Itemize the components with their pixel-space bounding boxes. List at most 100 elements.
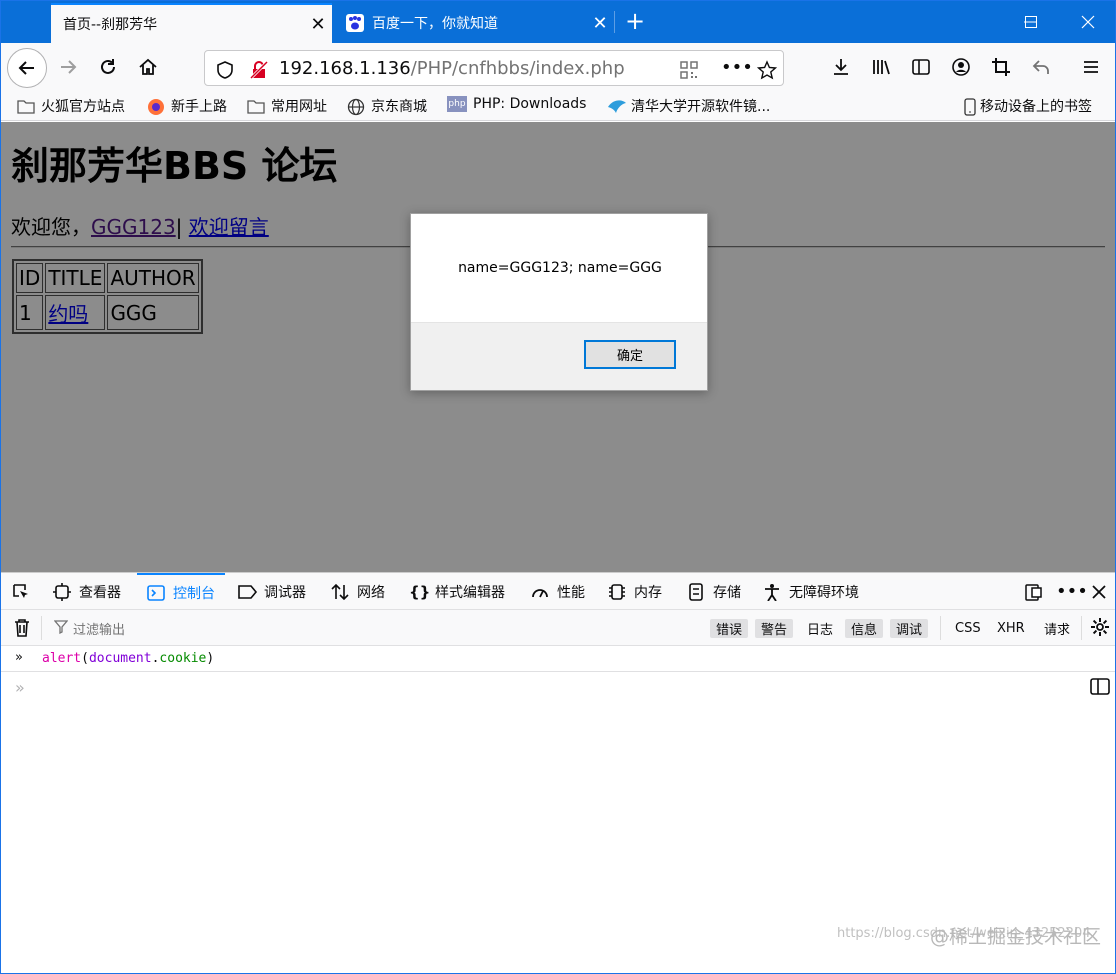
devtools-tab-bar: 查看器 控制台 调试器 网络 {} 样式编辑器 性能 内存 存储 无障碍环境 •… bbox=[1, 572, 1115, 610]
filter-requests-toggle[interactable]: 请求 bbox=[1038, 619, 1076, 638]
undo-arrow-icon[interactable] bbox=[1025, 51, 1057, 83]
dock-side-icon[interactable] bbox=[1024, 573, 1044, 610]
bookmark-label: PHP: Downloads bbox=[473, 96, 587, 112]
new-tab-plus-icon[interactable]: + bbox=[621, 7, 649, 37]
filter-css-toggle[interactable]: CSS bbox=[949, 619, 987, 638]
divider bbox=[1081, 616, 1082, 640]
tab-memory[interactable]: 内存 bbox=[608, 573, 662, 610]
folder-icon bbox=[247, 98, 265, 114]
watermark: https://blog.csdn.net/weixin_43252204 @稀… bbox=[837, 926, 1101, 948]
tab-label: 存储 bbox=[713, 584, 741, 601]
filter-output-input[interactable]: 过滤输出 bbox=[73, 619, 125, 638]
tab-bar: 首页--刹那芳华 ✕ 百度一下，你就知道 ✕ + bbox=[1, 1, 1115, 43]
filter-xhr-toggle[interactable]: XHR bbox=[991, 619, 1031, 638]
filter-info-toggle[interactable]: 信息 bbox=[845, 619, 884, 638]
home-icon[interactable] bbox=[132, 51, 164, 83]
tab-label: 网络 bbox=[357, 584, 385, 601]
bookmark-label: 清华大学开源软件镜... bbox=[631, 99, 771, 115]
tab-style-editor[interactable]: {} 样式编辑器 bbox=[409, 573, 505, 610]
tab-home[interactable]: 首页--刹那芳华 ✕ bbox=[51, 3, 332, 43]
mobile-phone-icon bbox=[964, 98, 976, 116]
tab-label: 内存 bbox=[634, 584, 662, 601]
url-path: /PHP/cnfhbbs/index.php bbox=[410, 58, 625, 79]
bookmark-tsinghua-mirror[interactable]: 清华大学开源软件镜... bbox=[607, 96, 770, 116]
tab-performance[interactable]: 性能 bbox=[531, 573, 585, 610]
network-arrows-icon bbox=[331, 583, 349, 601]
forward-arrow-icon[interactable] bbox=[52, 51, 84, 83]
filter-debug-toggle[interactable]: 调试 bbox=[890, 619, 929, 638]
url-host: 192.168.1.136 bbox=[279, 58, 411, 79]
folder-icon bbox=[17, 98, 35, 114]
devtools-more-icon[interactable]: ••• bbox=[1056, 573, 1088, 610]
bookmark-common-sites[interactable]: 常用网址 bbox=[247, 96, 327, 116]
bookmark-mobile[interactable]: 移动设备上的书签 bbox=[964, 96, 1092, 116]
sidebar-icon[interactable] bbox=[905, 51, 937, 83]
tab-console[interactable]: 控制台 bbox=[137, 573, 225, 610]
url-text: 192.168.1.136/PHP/cnfhbbs/index.php bbox=[279, 58, 625, 79]
close-tab-icon[interactable]: ✕ bbox=[586, 13, 614, 34]
filter-errors-toggle[interactable]: 错误 bbox=[710, 619, 749, 638]
element-picker-icon[interactable] bbox=[11, 573, 31, 610]
bookmark-label: 常用网址 bbox=[271, 99, 327, 115]
bookmark-firefox-site[interactable]: 火狐官方站点 bbox=[17, 96, 125, 116]
reload-icon[interactable] bbox=[92, 51, 124, 83]
trash-icon[interactable] bbox=[13, 618, 31, 642]
tab-label: 样式编辑器 bbox=[435, 584, 505, 601]
close-devtools-icon[interactable] bbox=[1091, 573, 1107, 610]
filter-warnings-toggle[interactable]: 警告 bbox=[755, 619, 794, 638]
back-arrow-icon[interactable] bbox=[7, 48, 47, 88]
console-command: alert(document.cookie) bbox=[42, 651, 215, 666]
navigation-toolbar: 192.168.1.136/PHP/cnfhbbs/index.php ••• bbox=[1, 43, 1115, 93]
bookmark-star-icon[interactable] bbox=[756, 60, 778, 80]
filter-funnel-icon bbox=[53, 620, 69, 638]
tab-inspector[interactable]: 查看器 bbox=[53, 573, 121, 610]
alert-footer: 确定 bbox=[411, 322, 707, 390]
url-bar[interactable]: 192.168.1.136/PHP/cnfhbbs/index.php ••• bbox=[204, 50, 784, 86]
account-icon[interactable] bbox=[945, 51, 977, 83]
insecure-lock-icon[interactable] bbox=[249, 60, 269, 80]
globe-icon bbox=[347, 98, 365, 116]
command-chevron-icon: » bbox=[15, 650, 23, 665]
accessibility-person-icon bbox=[763, 583, 781, 601]
console-icon bbox=[147, 584, 165, 602]
tab-storage[interactable]: 存储 bbox=[687, 573, 741, 610]
shield-icon[interactable] bbox=[215, 60, 235, 80]
php-logo-icon: php bbox=[447, 96, 467, 112]
ok-button[interactable]: 确定 bbox=[584, 340, 676, 369]
close-tab-icon[interactable]: ✕ bbox=[304, 14, 332, 35]
tab-debugger[interactable]: 调试器 bbox=[238, 573, 306, 610]
firefox-logo-icon bbox=[147, 98, 165, 115]
bookmark-label: 移动设备上的书签 bbox=[980, 99, 1092, 115]
download-icon[interactable] bbox=[825, 51, 857, 83]
console-settings-gear-icon[interactable] bbox=[1090, 617, 1110, 641]
tab-label: 查看器 bbox=[79, 584, 121, 601]
filter-logs-toggle[interactable]: 日志 bbox=[801, 619, 839, 638]
maximize-icon[interactable] bbox=[1006, 1, 1056, 43]
close-window-icon[interactable] bbox=[1063, 1, 1113, 43]
storage-icon bbox=[687, 582, 705, 601]
inspector-icon bbox=[53, 582, 71, 601]
screenshot-crop-icon[interactable] bbox=[985, 51, 1017, 83]
tab-label: 控制台 bbox=[173, 585, 215, 602]
tab-baidu[interactable]: 百度一下，你就知道 ✕ bbox=[334, 3, 614, 43]
bookmark-label: 新手上路 bbox=[171, 99, 227, 115]
page-actions-icon[interactable]: ••• bbox=[721, 59, 753, 80]
browser-window: 首页--刹那芳华 ✕ 百度一下，你就知道 ✕ + 192.168.1.136/P… bbox=[0, 0, 1116, 974]
bookmark-getting-started[interactable]: 新手上路 bbox=[147, 96, 227, 116]
editor-mode-toggle-icon[interactable] bbox=[1090, 678, 1110, 700]
tab-title: 百度一下，你就知道 bbox=[372, 16, 498, 32]
code-property: cookie bbox=[159, 651, 207, 666]
alert-dialog: name=GGG123; name=GGG 确定 bbox=[410, 213, 708, 391]
bookmark-jd[interactable]: 京东商城 bbox=[347, 96, 427, 116]
tab-label: 调试器 bbox=[264, 584, 306, 601]
qr-code-icon[interactable] bbox=[679, 60, 699, 80]
bookmark-php-downloads[interactable]: php PHP: Downloads bbox=[447, 96, 586, 112]
tab-network[interactable]: 网络 bbox=[331, 573, 385, 610]
library-icon[interactable] bbox=[865, 51, 897, 83]
divider bbox=[940, 616, 941, 640]
tab-accessibility[interactable]: 无障碍环境 bbox=[763, 573, 859, 610]
input-chevron-icon: » bbox=[15, 678, 25, 697]
tab-title: 首页--刹那芳华 bbox=[63, 17, 158, 33]
tab-label: 性能 bbox=[557, 584, 585, 601]
menu-hamburger-icon[interactable] bbox=[1075, 51, 1107, 83]
